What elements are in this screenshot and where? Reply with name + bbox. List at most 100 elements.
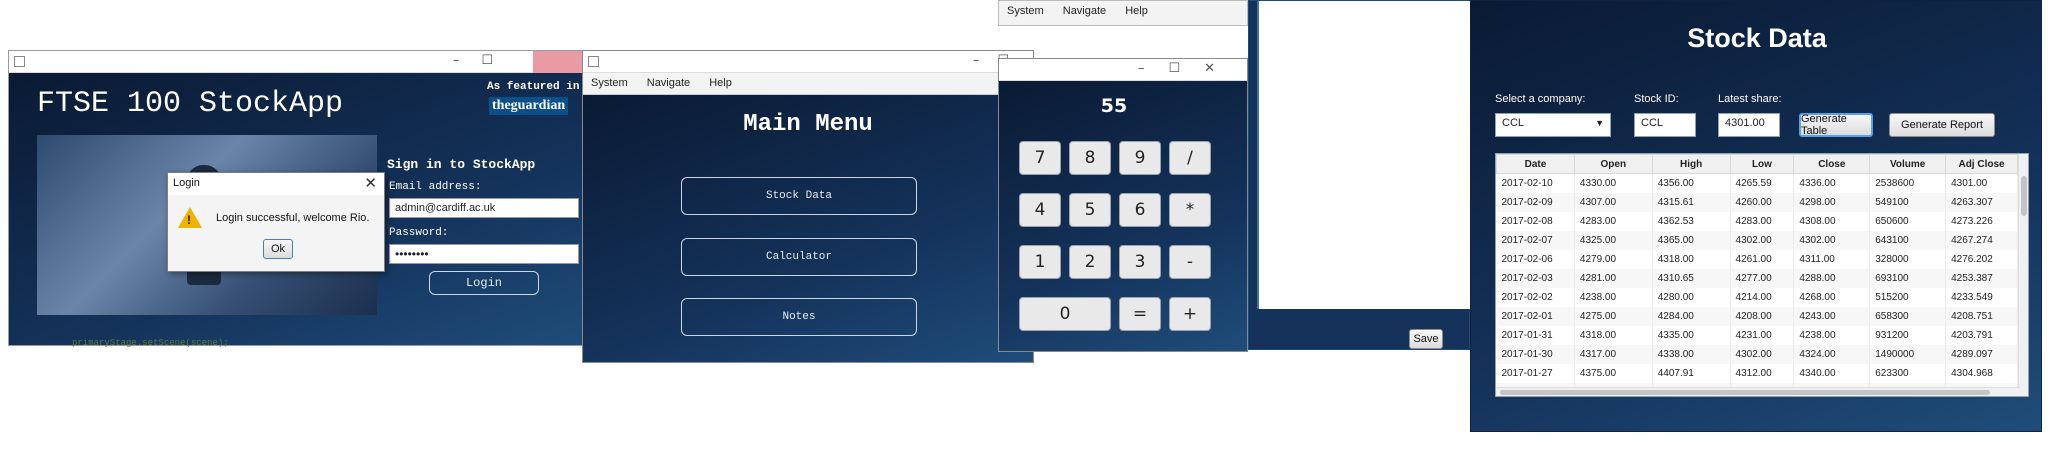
notes-button[interactable]: Notes	[681, 298, 917, 336]
column-date[interactable]: Date	[1496, 154, 1575, 174]
login-dialog: Login ✕ ! Login successful, welcome Rio.…	[167, 172, 385, 272]
generate-table-button[interactable]: Generate Table	[1799, 113, 1873, 137]
table-row[interactable]: 2017-02-10 4330.00 4356.00 4265.59 4336.00 25…	[1496, 173, 2018, 193]
menu-navigate[interactable]: Navigate	[639, 73, 698, 93]
menu-help[interactable]: Help	[1117, 1, 1156, 21]
email-field[interactable]: admin@cardiff.ac.uk	[389, 198, 579, 218]
cell-volume: 515200	[1869, 287, 1947, 307]
cell-high: 4284.00	[1652, 306, 1731, 326]
stock-id-input[interactable]: CCL	[1634, 113, 1696, 137]
key-7[interactable]: 7	[1019, 141, 1061, 175]
cell-volume: 693100	[1869, 268, 1947, 288]
close-button[interactable]	[533, 51, 585, 73]
calculator-button[interactable]: Calculator	[681, 238, 917, 276]
menu-system[interactable]: System	[583, 73, 636, 93]
cell-high: 4407.91	[1652, 363, 1731, 383]
cell-open: 4283.00	[1574, 211, 1653, 231]
cell-open: 4318.00	[1574, 325, 1653, 345]
table-row[interactable]: 2017-02-09 4307.00 4315.61 4260.00 4298.00 54…	[1496, 192, 2018, 212]
key-equals[interactable]: =	[1119, 297, 1161, 331]
ok-button[interactable]: Ok	[263, 239, 293, 259]
table-row[interactable]: 2017-01-27 4375.00 4407.91 4312.00 4340.00 62…	[1496, 363, 2018, 383]
cell-close: 4243.00	[1793, 306, 1871, 326]
key-divide[interactable]: /	[1169, 141, 1211, 175]
notes-text-area[interactable]	[1257, 1, 1471, 309]
scrollbar-thumb[interactable]	[1500, 390, 1990, 395]
close-icon[interactable]: ✕	[364, 174, 377, 192]
cell-low: 4312.00	[1730, 363, 1795, 383]
cell-date: 2017-02-07	[1496, 230, 1575, 250]
cell-adj-close: 4276.202	[1945, 249, 2018, 269]
key-multiply[interactable]: *	[1169, 193, 1211, 227]
window-controls[interactable]: –☐	[453, 53, 515, 68]
stock-data-window: Stock Data Select a company: CCL ▼ Stock…	[1470, 0, 2042, 432]
chevron-down-icon: ▼	[1595, 118, 1604, 128]
cell-high: 4335.00	[1652, 325, 1731, 345]
key-3[interactable]: 3	[1119, 245, 1161, 279]
cell-open: 4330.00	[1574, 173, 1653, 193]
table-row[interactable]: 2017-01-30 4317.00 4338.00 4302.00 4324.00 14…	[1496, 344, 2018, 364]
table-row[interactable]: 2017-02-02 4238.00 4280.00 4214.00 4268.00 51…	[1496, 287, 2018, 307]
column-high[interactable]: High	[1651, 154, 1731, 174]
table-row[interactable]: 2017-02-06 4279.00 4318.00 4261.00 4311.00 32…	[1496, 249, 2018, 269]
column-close[interactable]: Close	[1793, 154, 1871, 174]
key-4[interactable]: 4	[1019, 193, 1061, 227]
menu-system[interactable]: System	[999, 1, 1052, 21]
menu-navigate[interactable]: Navigate	[1055, 1, 1114, 21]
app-icon	[14, 56, 25, 67]
cell-low: 4261.00	[1730, 249, 1795, 269]
window-controls[interactable]: –☐✕	[1138, 61, 1239, 76]
save-button[interactable]: Save	[1409, 329, 1443, 349]
menu-help[interactable]: Help	[701, 73, 740, 93]
vertical-scrollbar[interactable]	[2018, 154, 2028, 396]
key-5[interactable]: 5	[1069, 193, 1111, 227]
cell-close: 4268.00	[1793, 287, 1871, 307]
cell-volume: 1490000	[1869, 344, 1947, 364]
main-menu-heading: Main Menu	[743, 111, 873, 138]
key-8[interactable]: 8	[1069, 141, 1111, 175]
main-menu-titlebar: –☐	[583, 51, 1033, 73]
table-row[interactable]: 2017-02-03 4281.00 4310.65 4277.00 4288.00 69…	[1496, 268, 2018, 288]
cell-date: 2017-02-01	[1496, 306, 1575, 326]
key-add[interactable]: +	[1169, 297, 1211, 331]
column-open[interactable]: Open	[1573, 154, 1653, 174]
cell-high: 4362.53	[1652, 211, 1731, 231]
key-2[interactable]: 2	[1069, 245, 1111, 279]
company-select[interactable]: CCL ▼	[1495, 113, 1611, 137]
cell-high: 4318.00	[1652, 249, 1731, 269]
password-field[interactable]: ••••••••	[389, 244, 579, 264]
latest-share-input[interactable]: 4301.00	[1718, 113, 1780, 137]
generate-report-button[interactable]: Generate Report	[1889, 113, 1995, 137]
calculator-body: 55 7 8 9 / 4 5 6 * 1 2 3 - 0 = +	[999, 81, 1247, 351]
key-1[interactable]: 1	[1019, 245, 1061, 279]
dialog-title: Login	[173, 177, 200, 189]
column-volume[interactable]: Volume	[1869, 154, 1947, 174]
table-row[interactable]: 2017-01-31 4318.00 4335.00 4231.00 4238.00 93…	[1496, 325, 2018, 345]
stock-table[interactable]: Date Open High Low Close Volume Adj Clos…	[1495, 153, 2029, 397]
cell-adj-close: 4233.549	[1945, 287, 2018, 307]
login-button[interactable]: Login	[429, 271, 539, 295]
column-low[interactable]: Low	[1729, 154, 1795, 174]
cell-open: 4275.00	[1574, 306, 1653, 326]
key-subtract[interactable]: -	[1169, 245, 1211, 279]
cell-volume: 2538600	[1869, 173, 1947, 193]
cell-adj-close: 4273.226	[1945, 211, 2018, 231]
table-row[interactable]: 2017-02-01 4275.00 4284.00 4208.00 4243.00 65…	[1496, 306, 2018, 326]
horizontal-scrollbar[interactable]	[1496, 387, 2020, 396]
cell-adj-close: 4253.387	[1945, 268, 2018, 288]
table-row[interactable]: 2017-02-07 4325.00 4365.00 4302.00 4302.00 64…	[1496, 230, 2018, 250]
column-adj-close[interactable]: Adj Close	[1945, 154, 2018, 174]
cell-low: 4302.00	[1730, 344, 1795, 364]
table-row[interactable]: 2017-02-08 4283.00 4362.53 4283.00 4308.00 65…	[1496, 211, 2018, 231]
scrollbar-thumb[interactable]	[2021, 176, 2027, 216]
cell-close: 4288.00	[1793, 268, 1871, 288]
app-title: FTSE 100 StockApp	[37, 87, 344, 121]
main-menu-menubar: System Navigate Help	[583, 73, 1033, 95]
key-6[interactable]: 6	[1119, 193, 1161, 227]
key-0[interactable]: 0	[1019, 297, 1111, 331]
stock-data-button[interactable]: Stock Data	[681, 177, 917, 215]
key-9[interactable]: 9	[1119, 141, 1161, 175]
cell-low: 4231.00	[1730, 325, 1795, 345]
calculator-window: –☐✕ 55 7 8 9 / 4 5 6 * 1 2 3 - 0 = +	[998, 58, 1248, 352]
cell-volume: 643100	[1869, 230, 1947, 250]
